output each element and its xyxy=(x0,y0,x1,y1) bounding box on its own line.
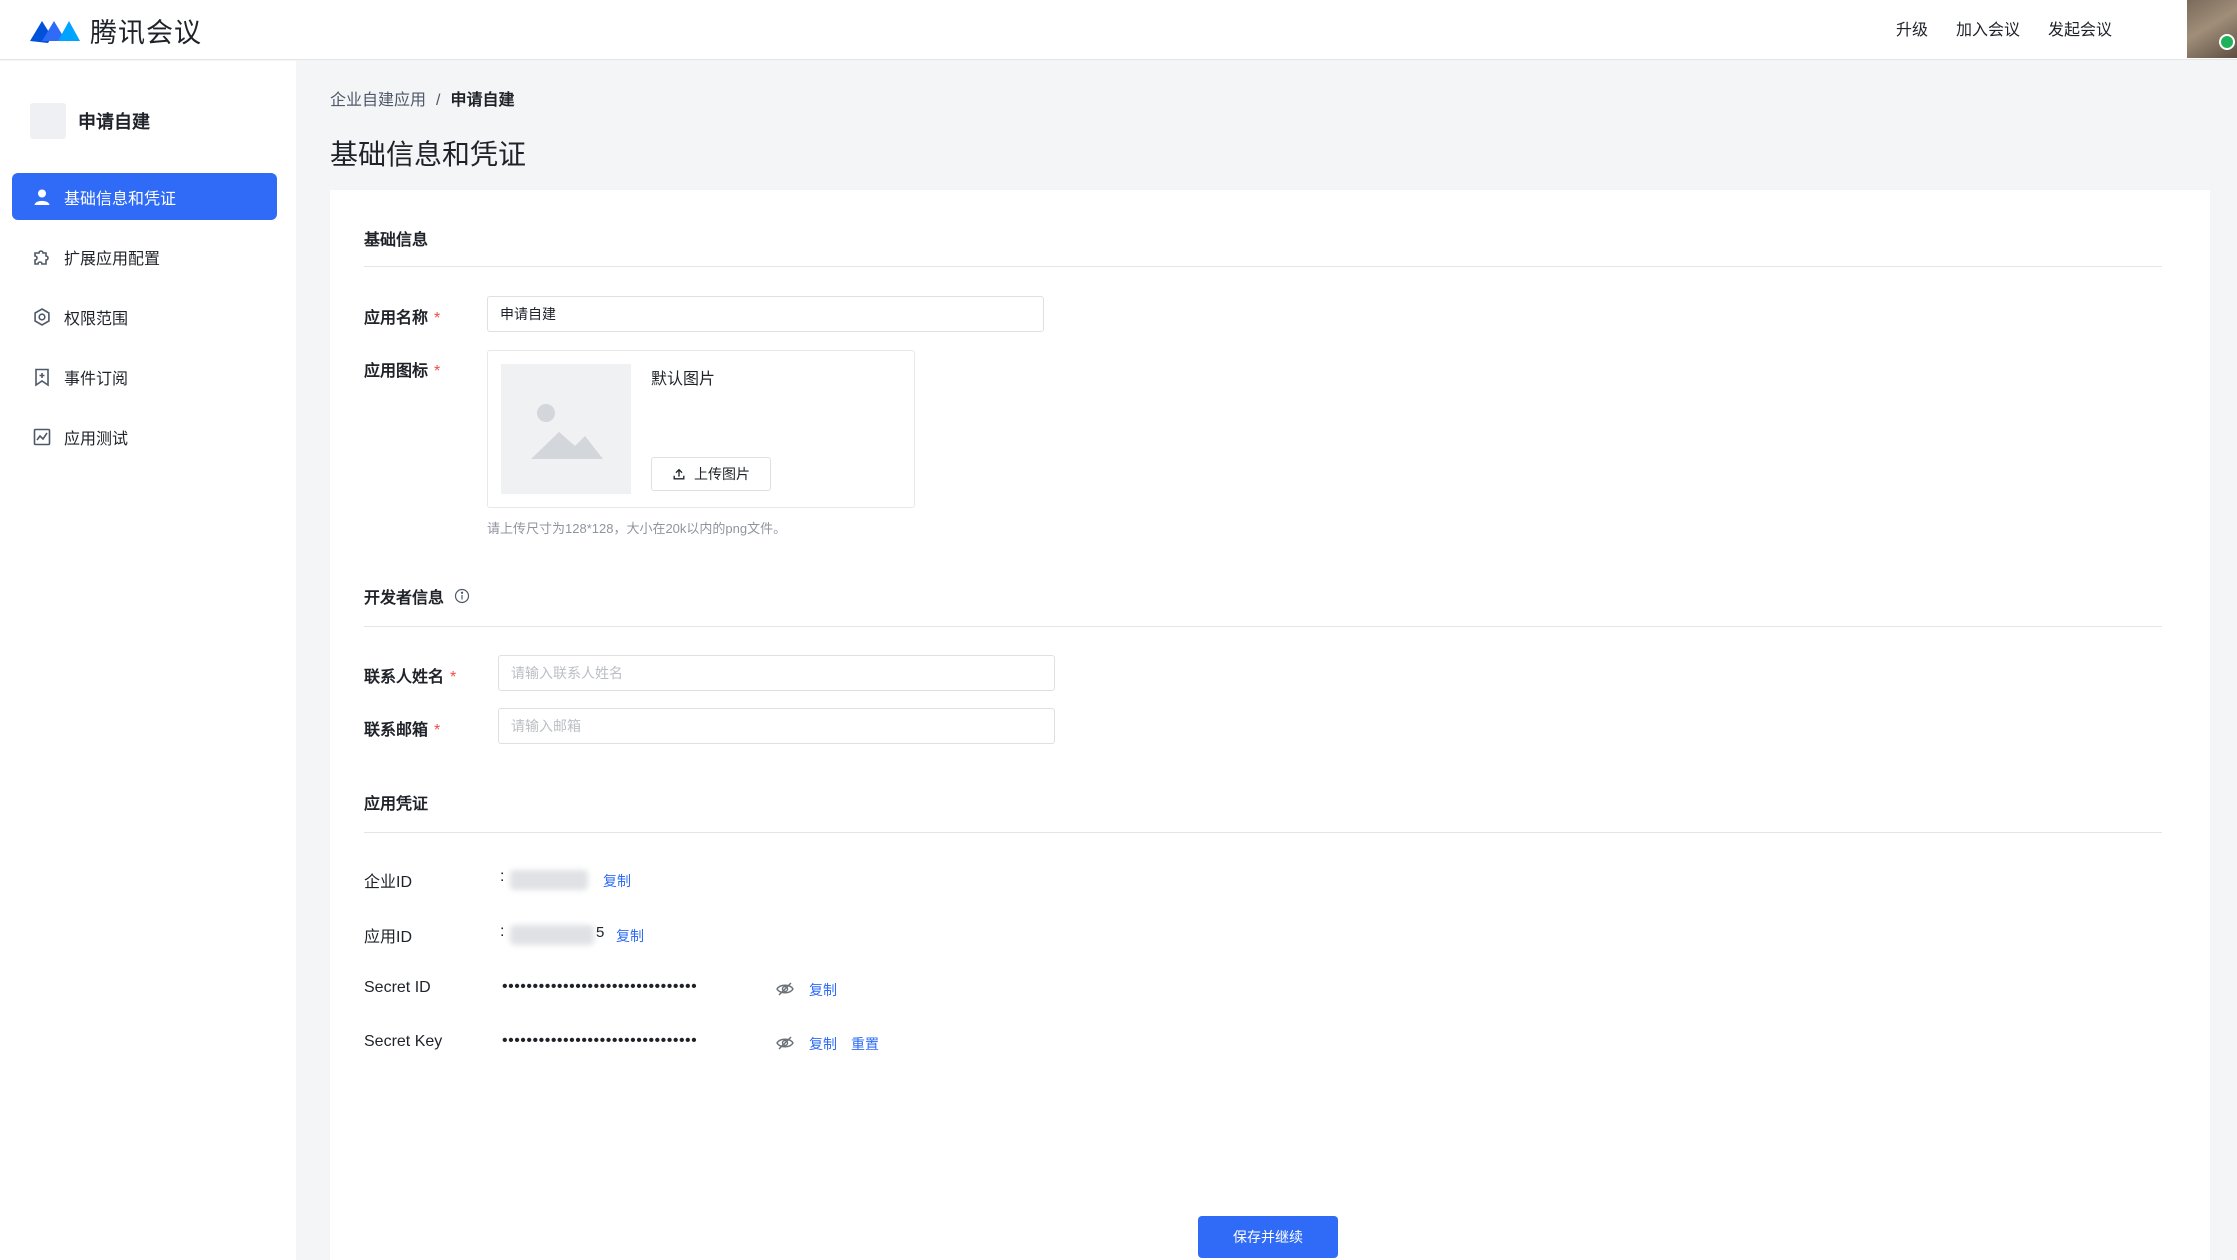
secret-id-label: Secret ID xyxy=(364,979,431,996)
label-text: 应用名称 xyxy=(364,310,429,327)
app-thumbnail xyxy=(30,103,66,139)
contact-email-label: 联系邮箱 * xyxy=(364,716,440,740)
breadcrumb-separator: / xyxy=(436,92,441,109)
page-title: 基础信息和凭证 xyxy=(330,139,527,170)
upload-icon xyxy=(673,468,685,480)
upload-image-button[interactable]: 上传图片 xyxy=(651,457,771,491)
gear-icon xyxy=(34,307,50,326)
developer-info-section-title: 开发者信息 xyxy=(364,584,470,608)
corp-id-value-redacted xyxy=(510,870,588,890)
copy-secret-id-button[interactable]: 复制 xyxy=(809,980,837,1000)
app-name-input[interactable] xyxy=(487,296,1044,332)
divider xyxy=(364,266,2162,267)
app-id-tail: 5 xyxy=(596,924,605,941)
required-mark: * xyxy=(434,722,441,739)
app-icon-uploader: 默认图片 上传图片 xyxy=(487,350,915,508)
sidebar-item-basic-info[interactable]: 基础信息和凭证 xyxy=(12,173,277,220)
contact-email-input[interactable] xyxy=(498,708,1055,744)
start-meeting-link[interactable]: 发起会议 xyxy=(2048,16,2112,40)
eye-off-icon[interactable] xyxy=(775,979,795,999)
sidebar-item-label: 扩展应用配置 xyxy=(64,250,161,268)
app-id-colon: : xyxy=(500,923,505,940)
app-icon-label: 应用图标 * xyxy=(364,357,440,381)
upload-hint: 请上传尺寸为128*128，大小在20k以内的png文件。 xyxy=(487,521,787,536)
user-icon xyxy=(34,189,50,205)
sidebar-item-label: 权限范围 xyxy=(64,310,129,328)
breadcrumb: 企业自建应用 / 申请自建 xyxy=(330,86,514,110)
main-card: 基础信息 应用名称 * 应用图标 * 默认图片 上传图片 请上传尺寸为128*128… xyxy=(330,190,2210,1260)
section-title-text: 基础信息 xyxy=(364,232,429,249)
sidebar-item-app-test[interactable]: 应用测试 xyxy=(12,413,277,460)
bookmark-icon xyxy=(35,368,49,386)
sidebar-item-permission-scope[interactable]: 权限范围 xyxy=(12,293,277,340)
sidebar-item-extension-config[interactable]: 扩展应用配置 xyxy=(12,233,277,280)
corp-id-label: 企业ID xyxy=(364,874,413,891)
divider xyxy=(364,626,2162,627)
app-id-label: 应用ID xyxy=(364,929,413,946)
contact-name-label: 联系人姓名 * xyxy=(364,663,456,687)
required-mark: * xyxy=(434,310,441,327)
section-title-text: 开发者信息 xyxy=(364,590,445,607)
logo-text: 腾讯会议 xyxy=(90,17,202,48)
contact-name-input[interactable] xyxy=(498,655,1055,691)
copy-app-id-button[interactable]: 复制 xyxy=(616,926,644,946)
sidebar-item-event-subscription[interactable]: 事件订阅 xyxy=(12,353,277,400)
sidebar-item-label: 应用测试 xyxy=(64,430,129,448)
basic-info-section-title: 基础信息 xyxy=(364,226,428,250)
upload-button-label: 上传图片 xyxy=(694,466,750,482)
online-status-icon xyxy=(2219,34,2235,50)
divider xyxy=(364,832,2162,833)
puzzle-icon xyxy=(34,249,49,265)
secret-id-masked: •••••••••••••••••••••••••••••••• xyxy=(502,978,698,995)
sidebar-app-title: 申请自建 xyxy=(78,112,150,132)
sidebar-item-label: 事件订阅 xyxy=(64,370,129,388)
top-bar: 腾讯会议 升级 加入会议 发起会议 xyxy=(0,0,2237,60)
top-nav: 升级 加入会议 发起会议 xyxy=(1896,0,2112,56)
logo[interactable]: 腾讯会议 xyxy=(28,10,202,50)
join-meeting-link[interactable]: 加入会议 xyxy=(1956,16,2020,40)
required-mark: * xyxy=(450,669,457,686)
sidebar-item-label: 基础信息和凭证 xyxy=(64,190,177,208)
sidebar-menu: 基础信息和凭证 扩展应用配置 权限范围 事件订阅 应用测试 xyxy=(12,173,277,473)
info-icon[interactable] xyxy=(454,588,470,604)
sidebar-app-header: 申请自建 xyxy=(30,103,150,139)
copy-secret-key-button[interactable]: 复制 xyxy=(809,1034,837,1054)
label-text: 联系人姓名 xyxy=(364,669,445,686)
upgrade-link[interactable]: 升级 xyxy=(1896,16,1928,40)
credentials-section-title: 应用凭证 xyxy=(364,790,428,814)
default-image-label: 默认图片 xyxy=(651,371,716,388)
save-and-continue-button[interactable]: 保存并继续 xyxy=(1198,1216,1338,1258)
label-text: 应用图标 xyxy=(364,363,429,380)
breadcrumb-current: 申请自建 xyxy=(450,92,515,109)
secret-key-masked: •••••••••••••••••••••••••••••••• xyxy=(502,1032,698,1049)
user-avatar[interactable] xyxy=(2187,0,2237,58)
reset-secret-key-button[interactable]: 重置 xyxy=(851,1034,879,1054)
section-title-text: 应用凭证 xyxy=(364,796,429,813)
tencent-meeting-logo-icon xyxy=(30,21,80,43)
app-name-label: 应用名称 * xyxy=(364,304,440,328)
copy-corp-id-button[interactable]: 复制 xyxy=(603,871,631,891)
app-icon-preview xyxy=(501,364,631,494)
image-placeholder-icon xyxy=(531,404,603,459)
app-id-value-redacted xyxy=(510,925,594,945)
corp-id-colon: : xyxy=(500,868,505,885)
chart-icon xyxy=(33,428,51,445)
breadcrumb-parent-link[interactable]: 企业自建应用 xyxy=(330,92,426,109)
required-mark: * xyxy=(434,363,441,380)
sidebar: 申请自建 基础信息和凭证 扩展应用配置 权限范围 事件订阅 应用测试 xyxy=(0,61,296,1260)
label-text: 联系邮箱 xyxy=(364,722,429,739)
eye-off-icon[interactable] xyxy=(775,1033,795,1053)
secret-key-label: Secret Key xyxy=(364,1033,443,1050)
